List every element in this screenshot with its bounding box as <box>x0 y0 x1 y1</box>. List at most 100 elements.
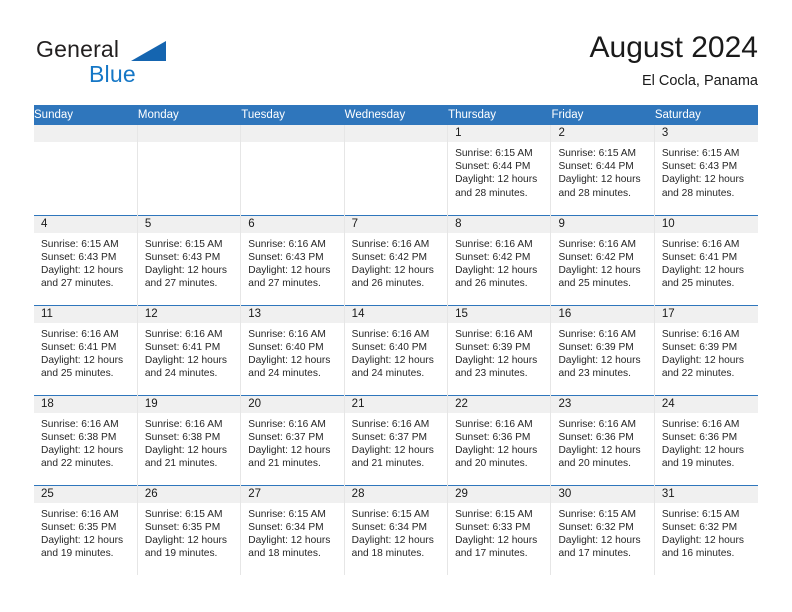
general-blue-logo[interactable]: General Blue <box>36 36 216 92</box>
sunrise-text: Sunrise: 6:16 AM <box>144 328 223 340</box>
day-number: 14 <box>344 305 448 323</box>
day-cell[interactable]: 18 Sunrise: 6:16 AM Sunset: 6:38 PM Dayl… <box>34 394 138 485</box>
daylight-text-line2: and 21 minutes. <box>144 458 218 470</box>
day-cell[interactable]: 4 Sunrise: 6:15 AM Sunset: 6:43 PM Dayli… <box>34 214 138 305</box>
sunset-text: Sunset: 6:43 PM <box>661 161 738 173</box>
day-cell[interactable] <box>34 125 138 215</box>
day-cell[interactable]: 28 Sunrise: 6:15 AM Sunset: 6:34 PM Dayl… <box>344 484 449 575</box>
day-cell[interactable]: 1 Sunrise: 6:15 AM Sunset: 6:44 PM Dayli… <box>447 125 552 215</box>
day-cell[interactable]: 30 Sunrise: 6:15 AM Sunset: 6:32 PM Dayl… <box>550 484 655 575</box>
day-details: Sunrise: 6:15 AM Sunset: 6:44 PM Dayligh… <box>448 142 550 200</box>
daylight-text-line2: and 27 minutes. <box>144 278 218 290</box>
calendar-table: Sunday Monday Tuesday Wednesday Thursday… <box>34 105 759 575</box>
day-cell[interactable]: 23 Sunrise: 6:16 AM Sunset: 6:36 PM Dayl… <box>550 394 655 485</box>
day-cell[interactable]: 13 Sunrise: 6:16 AM Sunset: 6:40 PM Dayl… <box>240 304 345 395</box>
day-number: 9 <box>551 215 654 233</box>
sunrise-text: Sunrise: 6:16 AM <box>558 328 637 340</box>
daylight-text-line1: Daylight: 12 hours <box>455 354 538 366</box>
calendar-week-row: 1 Sunrise: 6:15 AM Sunset: 6:44 PM Dayli… <box>34 125 758 215</box>
day-details <box>138 142 240 147</box>
daylight-text-line1: Daylight: 12 hours <box>41 264 124 276</box>
daylight-text-line1: Daylight: 12 hours <box>351 534 434 546</box>
day-details: Sunrise: 6:16 AM Sunset: 6:41 PM Dayligh… <box>138 323 240 381</box>
daylight-text-line2: and 23 minutes. <box>558 368 631 380</box>
day-cell[interactable]: 31 Sunrise: 6:15 AM Sunset: 6:32 PM Dayl… <box>654 484 758 575</box>
day-cell[interactable]: 24 Sunrise: 6:16 AM Sunset: 6:36 PM Dayl… <box>654 394 758 485</box>
sunrise-text: Sunrise: 6:15 AM <box>144 508 223 520</box>
day-cell[interactable]: 10 Sunrise: 6:16 AM Sunset: 6:41 PM Dayl… <box>654 214 758 305</box>
day-cell[interactable]: 21 Sunrise: 6:16 AM Sunset: 6:37 PM Dayl… <box>344 394 449 485</box>
day-cell[interactable]: 12 Sunrise: 6:16 AM Sunset: 6:41 PM Dayl… <box>137 304 242 395</box>
day-cell[interactable] <box>344 125 449 215</box>
daylight-text-line1: Daylight: 12 hours <box>351 354 434 366</box>
sunset-text: Sunset: 6:36 PM <box>455 431 531 443</box>
day-cell[interactable] <box>240 125 345 215</box>
day-number <box>241 125 344 142</box>
sunrise-text: Sunrise: 6:16 AM <box>558 238 637 250</box>
day-details: Sunrise: 6:15 AM Sunset: 6:34 PM Dayligh… <box>345 503 447 561</box>
day-cell[interactable]: 17 Sunrise: 6:16 AM Sunset: 6:39 PM Dayl… <box>654 304 758 395</box>
day-cell[interactable]: 26 Sunrise: 6:15 AM Sunset: 6:35 PM Dayl… <box>137 484 242 575</box>
sunset-text: Sunset: 6:43 PM <box>144 251 221 263</box>
sunset-text: Sunset: 6:32 PM <box>661 521 738 533</box>
sunset-text: Sunset: 6:41 PM <box>41 341 117 353</box>
daylight-text-line1: Daylight: 12 hours <box>144 534 228 546</box>
daylight-text-line1: Daylight: 12 hours <box>661 174 744 186</box>
day-number: 15 <box>448 305 551 323</box>
sunrise-text: Sunrise: 6:16 AM <box>248 418 326 430</box>
daylight-text-line1: Daylight: 12 hours <box>248 354 331 366</box>
day-cell[interactable]: 7 Sunrise: 6:16 AM Sunset: 6:42 PM Dayli… <box>344 214 449 305</box>
day-cell[interactable]: 14 Sunrise: 6:16 AM Sunset: 6:40 PM Dayl… <box>344 304 449 395</box>
day-cell[interactable]: 20 Sunrise: 6:16 AM Sunset: 6:37 PM Dayl… <box>240 394 345 485</box>
weekday-header-wednesday: Wednesday <box>344 105 449 125</box>
day-number: 7 <box>344 215 448 233</box>
sunrise-text: Sunrise: 6:16 AM <box>248 328 326 340</box>
daylight-text-line1: Daylight: 12 hours <box>351 264 434 276</box>
sunrise-text: Sunrise: 6:16 AM <box>41 418 119 430</box>
day-cell[interactable] <box>137 125 242 215</box>
day-cell[interactable]: 22 Sunrise: 6:16 AM Sunset: 6:36 PM Dayl… <box>447 394 552 485</box>
sunrise-text: Sunrise: 6:16 AM <box>558 418 637 430</box>
day-cell[interactable]: 15 Sunrise: 6:16 AM Sunset: 6:39 PM Dayl… <box>447 304 552 395</box>
day-cell[interactable]: 3 Sunrise: 6:15 AM Sunset: 6:43 PM Dayli… <box>654 125 758 215</box>
sunrise-text: Sunrise: 6:15 AM <box>661 508 740 520</box>
day-details: Sunrise: 6:15 AM Sunset: 6:33 PM Dayligh… <box>448 503 550 561</box>
day-cell[interactable]: 8 Sunrise: 6:16 AM Sunset: 6:42 PM Dayli… <box>447 214 552 305</box>
sunrise-text: Sunrise: 6:16 AM <box>455 238 533 250</box>
day-cell[interactable]: 9 Sunrise: 6:16 AM Sunset: 6:42 PM Dayli… <box>550 214 655 305</box>
day-number: 10 <box>654 215 758 233</box>
daylight-text-line2: and 19 minutes. <box>661 458 735 470</box>
sunrise-text: Sunrise: 6:16 AM <box>144 418 223 430</box>
day-number <box>137 125 241 142</box>
sunset-text: Sunset: 6:42 PM <box>351 251 427 263</box>
day-cell[interactable]: 27 Sunrise: 6:15 AM Sunset: 6:34 PM Dayl… <box>240 484 345 575</box>
daylight-text-line1: Daylight: 12 hours <box>558 354 641 366</box>
day-cell[interactable]: 16 Sunrise: 6:16 AM Sunset: 6:39 PM Dayl… <box>550 304 655 395</box>
daylight-text-line2: and 20 minutes. <box>558 458 631 470</box>
day-details: Sunrise: 6:15 AM Sunset: 6:32 PM Dayligh… <box>551 503 653 561</box>
sunset-text: Sunset: 6:35 PM <box>144 521 221 533</box>
day-cell[interactable]: 19 Sunrise: 6:16 AM Sunset: 6:38 PM Dayl… <box>137 394 242 485</box>
day-cell[interactable]: 5 Sunrise: 6:15 AM Sunset: 6:43 PM Dayli… <box>137 214 242 305</box>
day-cell[interactable]: 11 Sunrise: 6:16 AM Sunset: 6:41 PM Dayl… <box>34 304 138 395</box>
day-number: 3 <box>654 125 758 142</box>
day-cell[interactable]: 2 Sunrise: 6:15 AM Sunset: 6:44 PM Dayli… <box>550 125 655 215</box>
daylight-text-line2: and 23 minutes. <box>455 368 528 380</box>
daylight-text-line2: and 16 minutes. <box>661 548 735 560</box>
daylight-text-line1: Daylight: 12 hours <box>558 264 641 276</box>
day-cell[interactable]: 29 Sunrise: 6:15 AM Sunset: 6:33 PM Dayl… <box>447 484 552 575</box>
sunrise-text: Sunrise: 6:15 AM <box>144 238 223 250</box>
sunset-text: Sunset: 6:34 PM <box>248 521 324 533</box>
daylight-text-line1: Daylight: 12 hours <box>144 264 228 276</box>
sunset-text: Sunset: 6:42 PM <box>455 251 531 263</box>
day-cell[interactable]: 25 Sunrise: 6:16 AM Sunset: 6:35 PM Dayl… <box>34 484 138 575</box>
sunrise-text: Sunrise: 6:15 AM <box>455 148 533 159</box>
day-number: 8 <box>448 215 551 233</box>
daylight-text-line1: Daylight: 12 hours <box>558 174 641 186</box>
day-number: 17 <box>654 305 758 323</box>
page-title: August 2024 <box>589 31 758 64</box>
weekday-header-friday: Friday <box>550 105 655 125</box>
sunrise-text: Sunrise: 6:16 AM <box>455 328 533 340</box>
daylight-text-line2: and 27 minutes. <box>41 278 114 290</box>
day-cell[interactable]: 6 Sunrise: 6:16 AM Sunset: 6:43 PM Dayli… <box>240 214 345 305</box>
